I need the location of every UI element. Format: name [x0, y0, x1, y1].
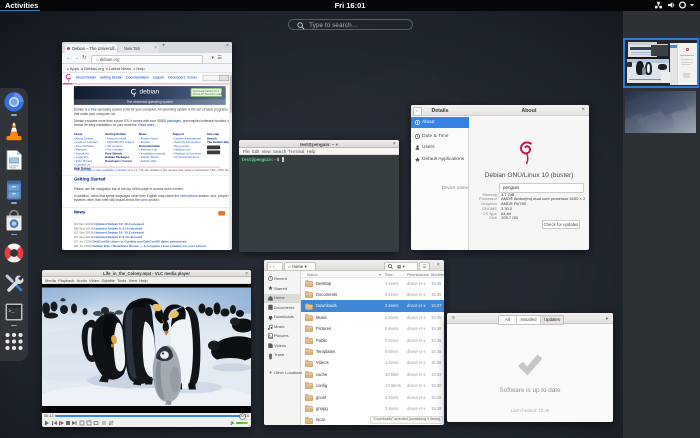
svg-text:>_: >_ [8, 309, 15, 315]
